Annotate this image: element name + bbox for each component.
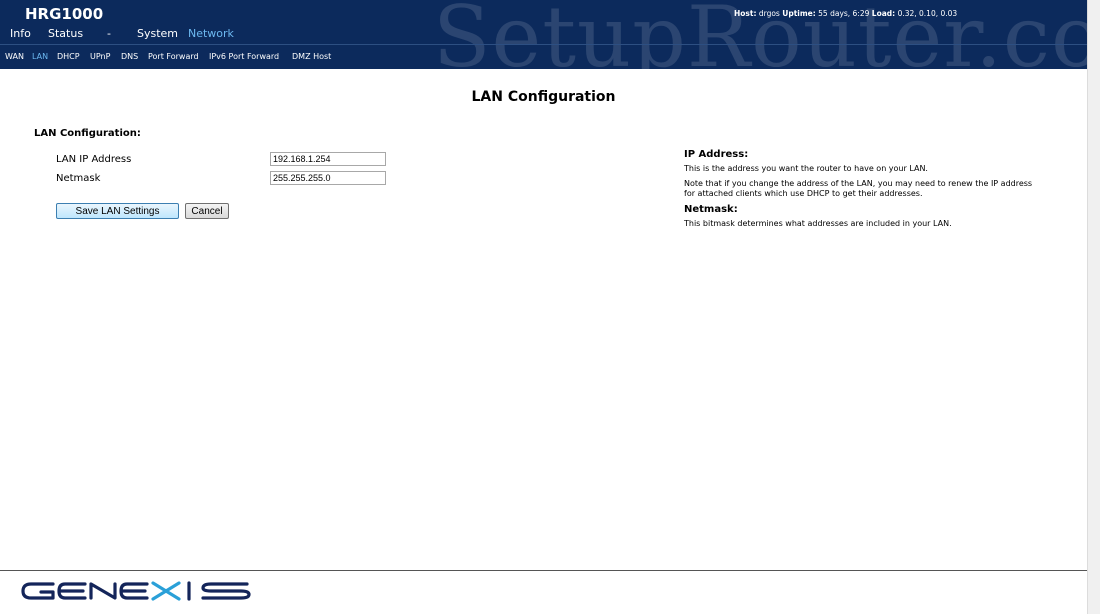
top-header: SetupRouter.co HRG1000 Host: drgos Uptim… [0,0,1087,69]
help-ip-note: Note that if you change the address of t… [684,179,1033,198]
page-title: LAN Configuration [471,89,616,105]
system-info: Host: drgos Uptime: 55 days, 6:29 Load: … [734,9,957,18]
uptime-label: Uptime: [782,9,816,18]
help-netmask-text: This bitmask determines what addresses a… [684,219,952,228]
vertical-scrollbar[interactable] [1087,0,1100,614]
subnav-wan[interactable]: WAN [5,52,24,61]
load-label: Load: [871,9,896,18]
subnav-port-forward[interactable]: Port Forward [148,52,199,61]
lan-ip-input[interactable] [270,152,386,166]
help-ip-title: IP Address: [684,149,749,160]
subnav-dhcp[interactable]: DHCP [57,52,80,61]
subnav-dmz-host[interactable]: DMZ Host [292,52,331,61]
section-label: LAN Configuration: [34,128,141,139]
lan-ip-label: LAN IP Address [56,154,132,165]
netmask-label: Netmask [56,173,101,184]
subnav-upnp[interactable]: UPnP [90,52,110,61]
nav-system[interactable]: System [137,27,178,40]
subnav-dns[interactable]: DNS [121,52,138,61]
netmask-input[interactable] [270,171,386,185]
genexis-logo-graphic [21,581,251,601]
save-lan-settings-button[interactable]: Save LAN Settings [56,203,179,219]
genexis-logo [21,578,253,608]
nav-network[interactable]: Network [188,27,234,40]
nav-divider [0,44,1087,45]
cancel-button[interactable]: Cancel [185,203,229,219]
host-label: Host: [734,9,757,18]
nav-info[interactable]: Info [10,27,31,40]
help-netmask-title: Netmask: [684,204,738,215]
host-value: drgos [758,9,780,18]
uptime-value: 55 days, 6:29 [818,9,870,18]
subnav-lan[interactable]: LAN [32,52,48,61]
subnav-ipv6-port-forward[interactable]: IPv6 Port Forward [209,52,279,61]
router-model-title: HRG1000 [25,5,104,23]
nav-separator: - [107,27,111,40]
load-value: 0.32, 0.10, 0.03 [897,9,958,18]
help-ip-text: This is the address you want the router … [684,164,928,173]
nav-status[interactable]: Status [48,27,83,40]
footer-divider [0,570,1087,571]
